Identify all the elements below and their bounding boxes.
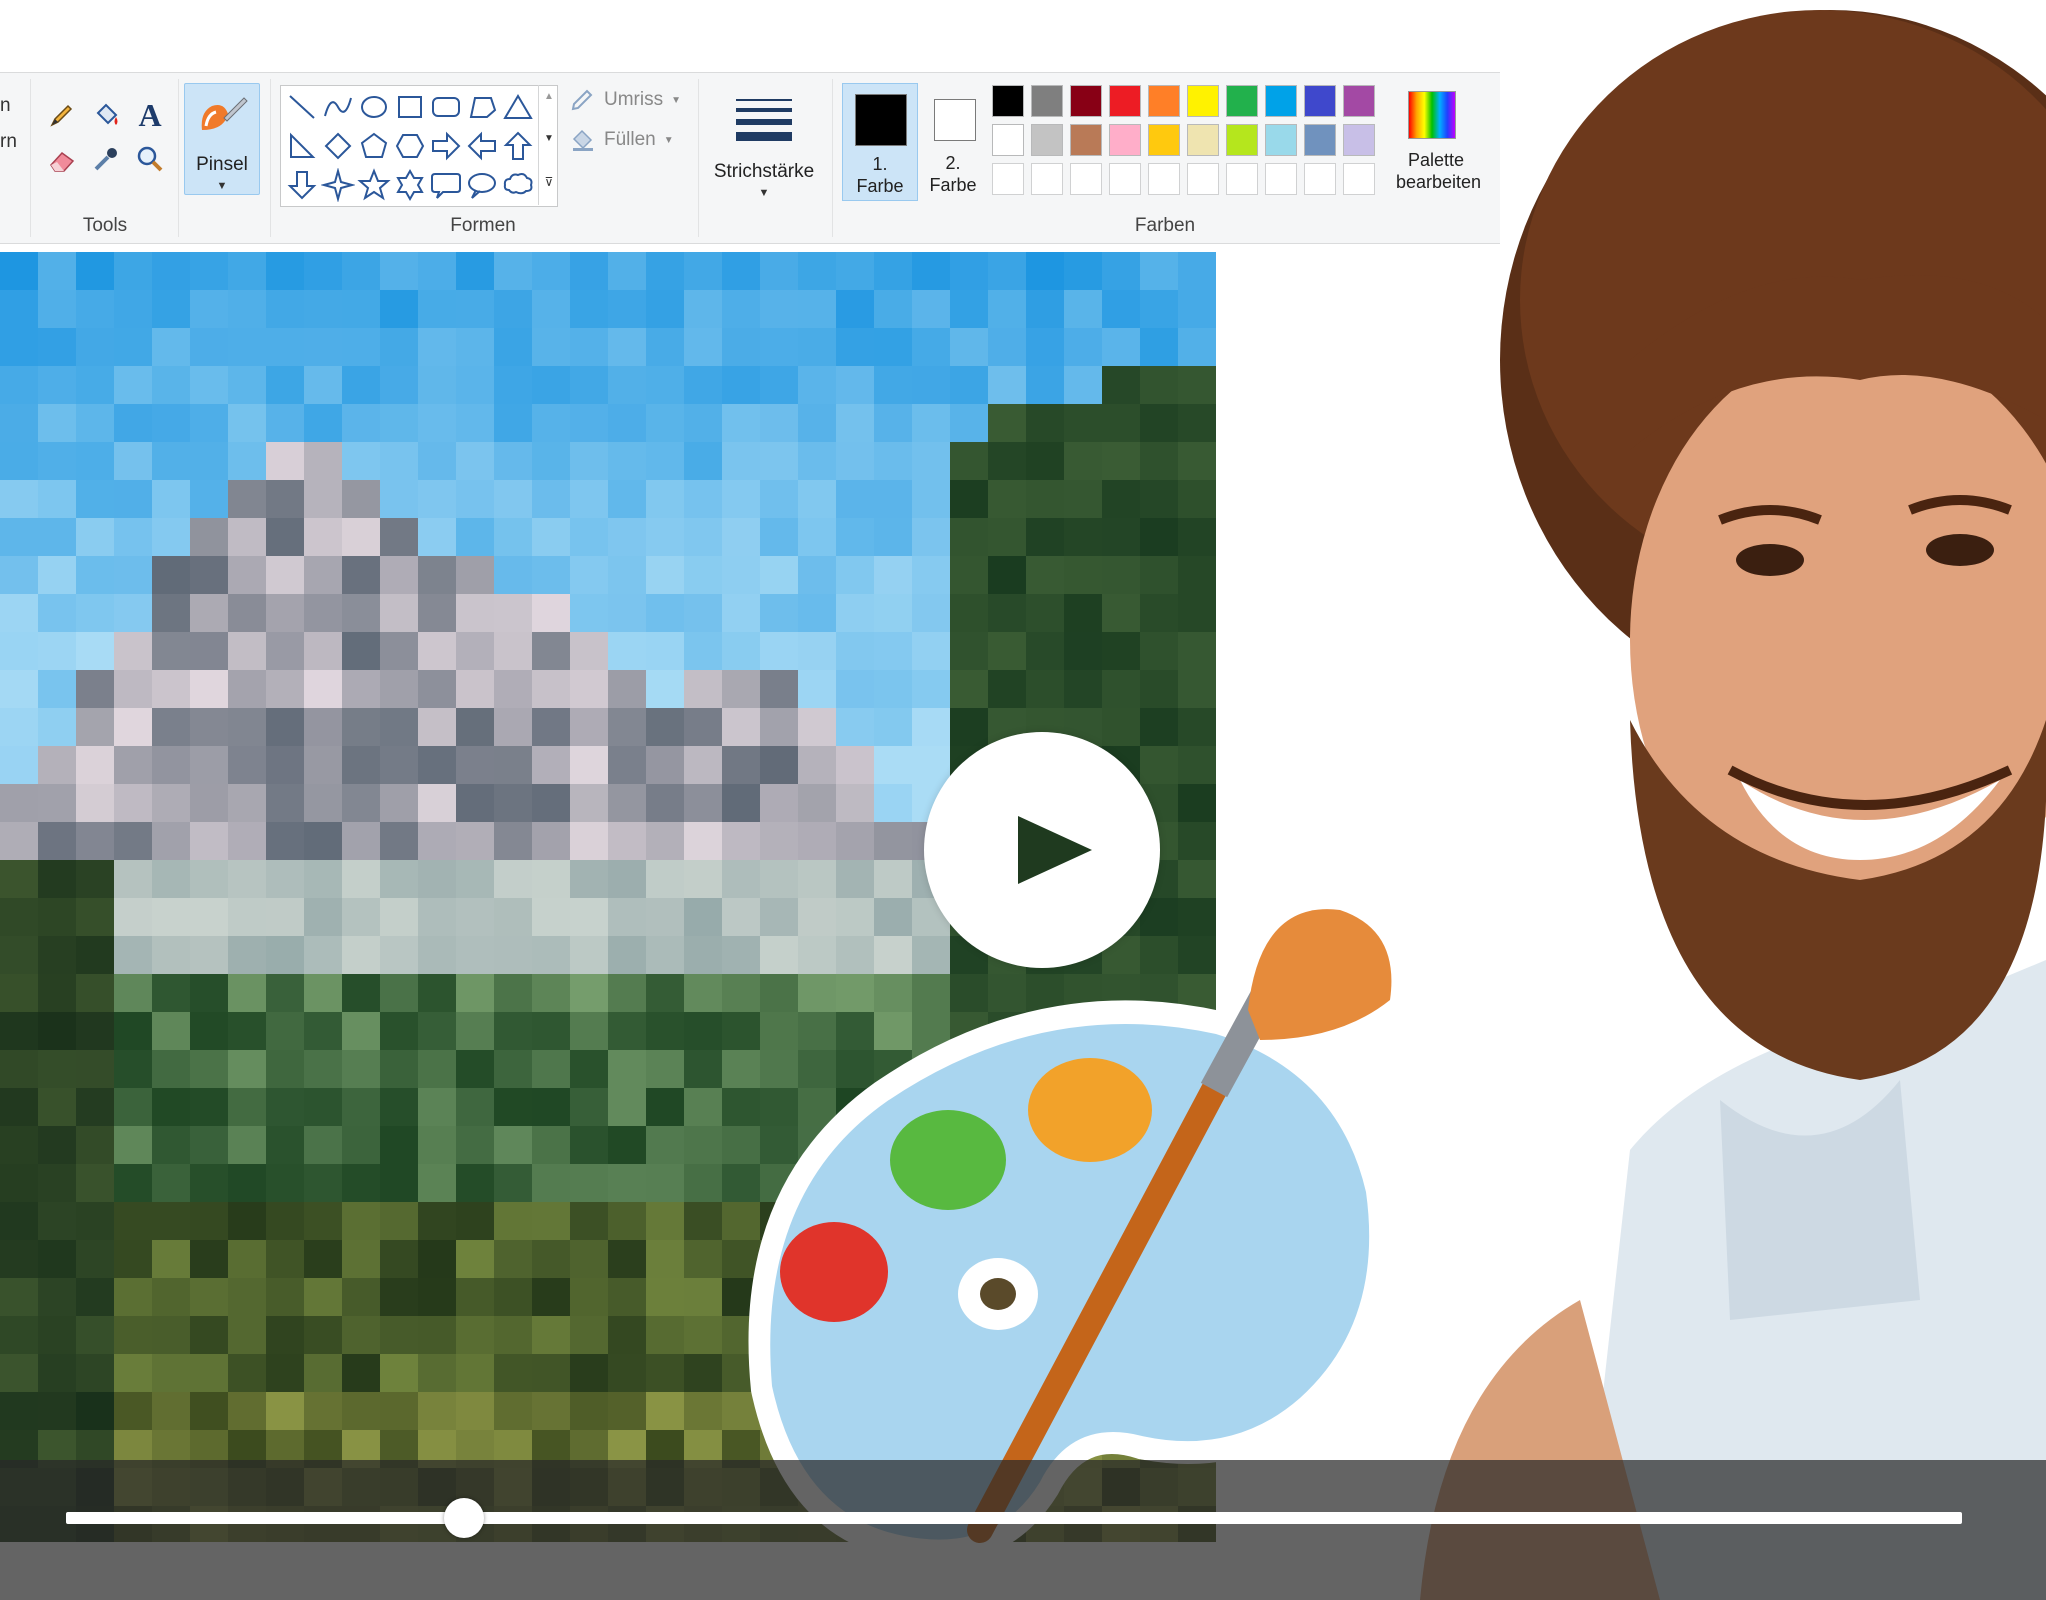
oval-shape-icon[interactable] [357, 90, 391, 124]
polygon-shape-icon[interactable] [465, 90, 499, 124]
color2-button[interactable]: 2. Farbe [916, 83, 990, 199]
fill-icon [572, 129, 593, 151]
previous-group-label-fragment: rn [0, 131, 17, 152]
up-arrow-shape-icon[interactable] [501, 129, 535, 163]
stroke-width-dropdown-icon: ▼ [758, 187, 770, 199]
fill-label: Füllen [604, 129, 656, 150]
pencil-icon[interactable] [42, 95, 82, 135]
stroke-width-label: Strichstärke [713, 161, 815, 182]
rounded-callout-shape-icon[interactable] [429, 168, 463, 202]
custom-color-slot[interactable] [1187, 163, 1219, 195]
palette-color-swatch[interactable] [1148, 85, 1180, 117]
text-icon[interactable]: A [130, 95, 170, 135]
palette-color-swatch[interactable] [1109, 124, 1141, 156]
video-player-controls [0, 1460, 2046, 1600]
outline-label: Umriss [604, 89, 664, 110]
brush-label: Pinsel [196, 154, 248, 175]
palette-color-swatch[interactable] [992, 124, 1024, 156]
palette-color-swatch[interactable] [1031, 85, 1063, 117]
hexagon-shape-icon[interactable] [393, 129, 427, 163]
color1-label-number: 1. [872, 154, 888, 174]
custom-color-slot[interactable] [1265, 163, 1297, 195]
scroll-expand-icon[interactable]: ⊽ [539, 175, 559, 189]
oval-callout-shape-icon[interactable] [465, 168, 499, 202]
color2-label: Farbe [929, 175, 977, 195]
tools-group-label: Tools [82, 215, 128, 236]
custom-color-slot[interactable] [1031, 163, 1063, 195]
color2-label-number: 2. [945, 153, 961, 173]
rectangle-shape-icon[interactable] [393, 90, 427, 124]
palette-color-swatch[interactable] [1265, 124, 1297, 156]
left-arrow-shape-icon[interactable] [465, 129, 499, 163]
custom-color-slot[interactable] [1226, 163, 1258, 195]
shapes-gallery [280, 85, 558, 207]
palette-color-swatch[interactable] [1187, 124, 1219, 156]
right-arrow-shape-icon[interactable] [429, 129, 463, 163]
palette-color-swatch[interactable] [1070, 85, 1102, 117]
five-point-star-shape-icon[interactable] [357, 168, 391, 202]
palette-color-swatch[interactable] [992, 85, 1024, 117]
four-point-star-shape-icon[interactable] [320, 167, 356, 203]
color1-button[interactable]: 1. Farbe [842, 83, 918, 201]
fill-button[interactable]: Füllen ▼ [570, 127, 674, 153]
brush-dropdown-icon[interactable]: ▼ [185, 180, 259, 192]
custom-color-slot[interactable] [1109, 163, 1141, 195]
triangle-shape-icon[interactable] [501, 90, 535, 124]
custom-color-slot[interactable] [1070, 163, 1102, 195]
scroll-down-icon[interactable]: ▼ [539, 133, 559, 144]
diamond-shape-icon[interactable] [321, 129, 355, 163]
cloud-callout-shape-icon[interactable] [501, 168, 535, 202]
group-separator [270, 79, 271, 237]
line-shape-icon[interactable] [285, 90, 319, 124]
group-separator [178, 79, 179, 237]
ribbon-toolbar: n rn A Tools Pinsel ▼ ▲ ▼ ⊽ Umriss ▼ Fül… [0, 72, 1500, 244]
stroke-width-icon [736, 99, 792, 141]
fill-dropdown-icon: ▼ [663, 134, 674, 146]
tools-group: A Tools [32, 73, 178, 243]
play-icon [1018, 816, 1092, 884]
rounded-rectangle-shape-icon[interactable] [429, 90, 463, 124]
down-arrow-shape-icon[interactable] [285, 168, 319, 202]
custom-color-slot[interactable] [1148, 163, 1180, 195]
shapes-group-label: Formen [450, 215, 516, 236]
scroll-up-icon[interactable]: ▲ [539, 91, 559, 102]
outline-button[interactable]: Umriss ▼ [570, 87, 681, 113]
six-point-star-shape-icon[interactable] [393, 168, 427, 202]
palette-color-swatch[interactable] [1070, 124, 1102, 156]
group-separator [30, 79, 31, 237]
pentagon-shape-icon[interactable] [357, 129, 391, 163]
color-picker-icon[interactable] [86, 139, 126, 179]
curve-shape-icon[interactable] [321, 90, 355, 124]
palette-color-swatch[interactable] [1226, 85, 1258, 117]
brush-button[interactable]: Pinsel ▼ [184, 83, 260, 195]
eraser-icon[interactable] [42, 139, 82, 179]
previous-group-fragment: n [0, 95, 11, 116]
palette-color-swatch[interactable] [1265, 85, 1297, 117]
palette-color-swatch[interactable] [1226, 124, 1258, 156]
stroke-width-button[interactable]: Strichstärke ▼ [706, 83, 822, 203]
magnifier-icon[interactable] [130, 139, 170, 179]
progress-thumb[interactable] [444, 1498, 485, 1538]
color1-label: Farbe [856, 176, 904, 196]
brush-icon [194, 90, 250, 151]
color2-swatch [934, 99, 976, 141]
palette-color-swatch[interactable] [1109, 85, 1141, 117]
right-triangle-shape-icon[interactable] [285, 129, 319, 163]
outline-dropdown-icon: ▼ [671, 94, 682, 106]
progress-track[interactable] [66, 1512, 1962, 1524]
color1-swatch [855, 94, 907, 146]
group-separator [698, 79, 699, 237]
shapes-scrollbar[interactable]: ▲ ▼ ⊽ [538, 85, 559, 205]
palette-color-swatch[interactable] [1031, 124, 1063, 156]
palette-color-swatch[interactable] [1187, 85, 1219, 117]
outline-icon [571, 89, 593, 111]
palette-color-swatch[interactable] [1148, 124, 1180, 156]
custom-color-slot[interactable] [992, 163, 1024, 195]
group-separator [832, 79, 833, 237]
fill-bucket-icon[interactable] [86, 95, 126, 135]
